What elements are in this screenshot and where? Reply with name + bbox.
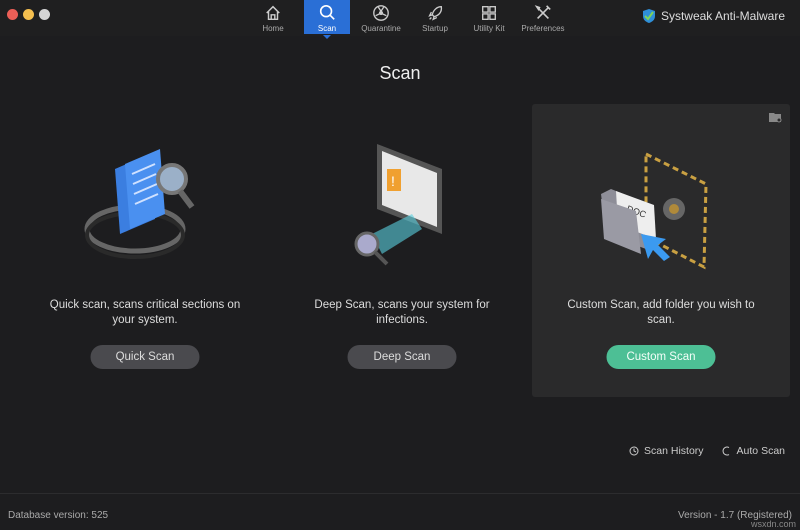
deep-scan-description: Deep Scan, scans your system for infecti… (314, 299, 490, 326)
history-icon (629, 446, 639, 456)
radiation-icon (373, 5, 389, 21)
nav-label: Home (262, 24, 284, 33)
page-title: Scan (379, 63, 421, 83)
brand: Systweak Anti-Malware (642, 8, 785, 24)
nav-startup[interactable]: Startup (412, 0, 458, 34)
custom-scan-description: Custom Scan, add folder you wish to scan… (567, 299, 755, 326)
scan-history-label: Scan History (644, 445, 704, 457)
nav-label: Preferences (521, 24, 565, 33)
minimize-button[interactable] (23, 9, 34, 20)
custom-scan-card[interactable]: DOC Custom Scan, add folder you wish to … (532, 104, 790, 397)
scan-links: Scan History Auto Scan (629, 445, 785, 457)
main-nav: Home Scan Quarantine Startup Utility Kit… (250, 0, 574, 39)
app-name: Systweak Anti-Malware (660, 9, 785, 23)
search-icon (319, 4, 335, 20)
quick-scan-card: Quick scan, scans critical sections on y… (16, 104, 274, 397)
rocket-icon (428, 6, 443, 21)
custom-scan-button[interactable]: Custom Scan (606, 345, 716, 369)
quick-scan-illustration (84, 149, 195, 259)
shield-logo-icon (642, 9, 655, 23)
scan-history-link[interactable]: Scan History (629, 445, 704, 457)
auto-scan-icon (722, 446, 729, 456)
tools-icon (534, 5, 551, 19)
folder-settings-icon[interactable] (769, 112, 782, 123)
quick-scan-description: Quick scan, scans critical sections on y… (49, 299, 241, 326)
close-button[interactable] (7, 9, 18, 20)
home-icon (266, 5, 280, 21)
nav-label: Startup (422, 24, 448, 33)
window-controls (7, 9, 50, 20)
nav-utility-kit[interactable]: Utility Kit (466, 0, 512, 34)
custom-scan-illustration: DOC (601, 151, 708, 270)
zoom-button[interactable] (39, 9, 50, 20)
status-bar: Database version: 525 Version - 1.7 (Reg… (0, 493, 800, 530)
nav-scan[interactable]: Scan (304, 0, 350, 39)
nav-label: Quarantine (361, 24, 401, 33)
nav-home[interactable]: Home (250, 0, 296, 34)
database-version: Database version: 525 (8, 510, 109, 521)
quick-scan-button[interactable]: Quick Scan (90, 345, 200, 369)
nav-label: Scan (317, 24, 337, 33)
auto-scan-label: Auto Scan (736, 445, 785, 457)
svg-text:!: ! (391, 173, 395, 189)
auto-scan-link[interactable]: Auto Scan (722, 445, 785, 457)
deep-scan-card: ! Deep Scan, scans your system for infec… (273, 104, 531, 397)
nav-label: Utility Kit (473, 24, 505, 33)
toolbar: Home Scan Quarantine Startup Utility Kit… (0, 0, 800, 39)
nav-quarantine[interactable]: Quarantine (358, 0, 404, 34)
deep-scan-illustration: ! (354, 144, 442, 266)
watermark: wsxdn.com (750, 519, 796, 529)
deep-scan-button[interactable]: Deep Scan (347, 345, 457, 369)
nav-preferences[interactable]: Preferences (520, 0, 566, 34)
grid-icon (482, 6, 496, 20)
